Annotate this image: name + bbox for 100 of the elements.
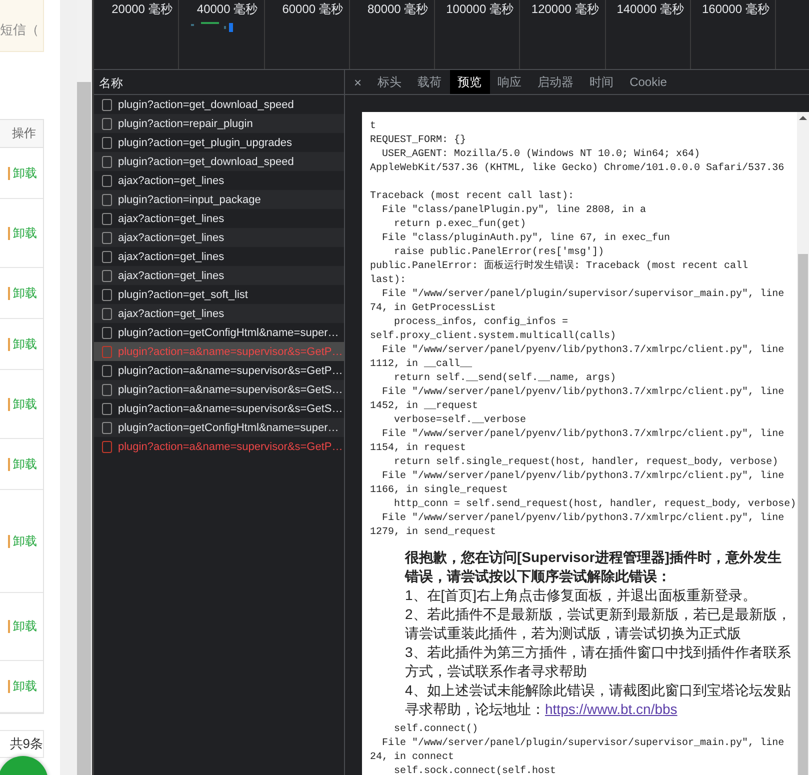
document-icon xyxy=(102,212,112,224)
code-line: 1279, in send_request xyxy=(370,526,498,540)
request-row[interactable]: ajax?action=get_lines xyxy=(94,266,344,285)
document-icon xyxy=(102,346,112,358)
request-name: plugin?action=a&name=supervisor&s=GetS… xyxy=(118,402,343,414)
timeline-tick-label: 160000 毫秒 xyxy=(702,2,770,16)
request-name: ajax?action=get_lines xyxy=(118,232,224,244)
document-icon xyxy=(102,288,112,300)
code-line: File "/www/server/panel/pyenv/lib/python3.7/xmlrpc/client.py", line xyxy=(381,428,786,442)
code-line: 1166, in single_request xyxy=(370,484,510,498)
code-line: File "/www/server/panel/plugin/supervisor/supervisor_main.py", line xyxy=(381,737,786,751)
request-row[interactable]: plugin?action=repair_plugin xyxy=(94,114,344,133)
tab[interactable]: 载荷 xyxy=(410,70,450,94)
code-line: return p.exec_fun(get) xyxy=(393,218,528,232)
request-row[interactable]: ajax?action=get_lines xyxy=(94,304,344,323)
timeline-tick-label: 100000 毫秒 xyxy=(446,2,514,16)
code-line: http_conn = self.send_request(host, handler, request_body, verbose) xyxy=(393,498,797,512)
document-icon xyxy=(102,156,112,168)
request-name: plugin?action=getConfigHtml&name=super… xyxy=(118,422,339,434)
document-icon xyxy=(102,326,112,338)
tab[interactable]: 响应 xyxy=(490,70,530,94)
code-line: t xyxy=(370,120,378,134)
request-name: plugin?action=get_soft_list xyxy=(118,288,248,300)
request-name: ajax?action=get_lines xyxy=(118,250,224,262)
document-icon xyxy=(102,384,112,396)
code-line: self.sock.connect(self.host xyxy=(393,765,558,775)
timeline-tick-label: 80000 毫秒 xyxy=(367,2,428,16)
request-name: plugin?action=a&name=supervisor&s=GetP… xyxy=(118,440,343,452)
code-line: return self.__send(self.__name, args) xyxy=(393,372,618,386)
request-name: plugin?action=repair_plugin xyxy=(118,118,253,130)
document-icon xyxy=(102,422,112,434)
document-icon xyxy=(102,98,112,110)
request-name: plugin?action=get_download_speed xyxy=(118,98,294,110)
code-line: Traceback (most recent call last): xyxy=(370,190,576,204)
code-line: USER_AGENT: Mozilla/5.0 (Windows NT 10.0; Win64; x64) xyxy=(381,148,702,162)
code-line: File "class/panelPlugin.py", line 2808, in a xyxy=(381,204,648,218)
error-step: 3、若此插件为第三方插件，请在插件窗口中找到插件作者联系方式，尝试联系作者寻求帮助 xyxy=(405,643,793,681)
tab[interactable]: Cookie xyxy=(622,70,675,94)
error-step: 4、如上述尝试未能解除此错误，请截图此窗口到宝塔论坛发贴寻求帮助，论坛地址：https://www.bt.cn/bbs xyxy=(405,681,793,719)
code-line: 1112, in __call__ xyxy=(370,358,474,372)
tab[interactable]: 时间 xyxy=(582,70,622,94)
request-name: plugin?action=a&name=supervisor&s=GetP… xyxy=(118,346,343,358)
request-row[interactable]: plugin?action=get_download_speed xyxy=(94,152,344,171)
code-line: File "/www/server/panel/pyenv/lib/python3.7/xmlrpc/client.py", line xyxy=(381,470,786,484)
code-line: verbose=self.__verbose xyxy=(393,414,528,428)
document-icon xyxy=(102,118,112,130)
document-icon xyxy=(102,194,112,206)
code-line: self.connect() xyxy=(393,723,480,737)
timeline-tick-label: 120000 毫秒 xyxy=(531,2,599,16)
document-icon xyxy=(102,270,112,282)
request-name: plugin?action=a&name=supervisor&s=GetP… xyxy=(118,364,343,376)
request-row[interactable]: ajax?action=get_lines xyxy=(94,228,344,247)
document-icon xyxy=(102,364,112,376)
code-line: REQUEST_FORM: {} xyxy=(370,134,468,148)
document-icon xyxy=(102,174,112,186)
document-icon xyxy=(102,308,112,320)
code-line: File "/www/server/panel/pyenv/lib/python3.7/xmlrpc/client.py", line xyxy=(381,512,786,526)
scrollbar-thumb[interactable] xyxy=(798,254,808,775)
request-name: ajax?action=get_lines xyxy=(118,308,224,320)
request-name: plugin?action=get_download_speed xyxy=(118,156,294,168)
scroll-up-icon[interactable] xyxy=(799,116,807,120)
timeline-tick-label: 60000 毫秒 xyxy=(282,2,343,16)
document-icon xyxy=(102,402,112,414)
document-icon xyxy=(102,136,112,148)
code-line: 24, in connect xyxy=(370,751,456,765)
request-row[interactable]: plugin?action=input_package xyxy=(94,190,344,209)
code-line: process_infos, config_infos = xyxy=(393,316,570,330)
notice-text: 短信（ xyxy=(0,21,39,39)
timeline-tick-label: 20000 毫秒 xyxy=(112,2,172,16)
code-line: 1154, in request xyxy=(370,442,468,456)
code-line: self.proxy_client.system.multicall(calls) xyxy=(370,330,618,344)
document-icon xyxy=(102,250,112,262)
tab[interactable]: 预览 xyxy=(450,70,490,94)
request-row[interactable]: plugin?action=a&name=supervisor&s=GetS… xyxy=(94,380,344,399)
document-icon xyxy=(102,232,112,244)
tab[interactable]: 启动器 xyxy=(530,70,582,94)
request-name: ajax?action=get_lines xyxy=(118,212,224,224)
code-line: AppleWebKit/537.36 (KHTML, like Gecko) Chrome/101.0.0.0 Safari/537.36 xyxy=(370,162,786,176)
code-line: raise public.PanelError(res['msg']) xyxy=(393,246,606,260)
request-name: ajax?action=get_lines xyxy=(118,174,224,186)
request-name: plugin?action=input_package xyxy=(118,194,261,206)
code-line: last): xyxy=(370,274,408,288)
code-line: File "/www/server/panel/pyenv/lib/python3.7/xmlrpc/client.py", line xyxy=(381,344,786,358)
request-name: plugin?action=get_plugin_upgrades xyxy=(118,136,292,148)
request-name: plugin?action=getConfigHtml&name=super… xyxy=(118,326,339,338)
code-line: File "/www/server/panel/plugin/supervisor/supervisor_main.py", line xyxy=(381,288,786,302)
forum-link[interactable]: https://www.bt.cn/bbs xyxy=(545,701,678,717)
tab[interactable]: 标头 xyxy=(370,70,410,94)
close-button[interactable]: × xyxy=(345,70,370,94)
request-row[interactable]: plugin?action=getConfigHtml&name=super… xyxy=(94,418,344,437)
network-waterfall-drawing xyxy=(191,22,233,32)
code-line: File "class/pluginAuth.py", line 67, in exec_fun xyxy=(381,232,672,246)
error-step: 2、若此插件不是最新版，尝试更新到最新版，若已是最新版，请尝试重装此插件，若为测试版，请尝试切换为正式版 xyxy=(405,605,793,643)
code-line: public.PanelError: 面板运行时发生错误: Traceback (most recent call xyxy=(370,260,750,274)
timeline-tick-label: 40000 毫秒 xyxy=(196,2,258,16)
timeline-tick-label: 140000 毫秒 xyxy=(616,2,684,16)
code-line: 74, in GetProcessList xyxy=(370,302,498,316)
column-header: 操作 xyxy=(0,120,43,148)
scrollbar-thumb[interactable] xyxy=(77,82,91,775)
error-step: 1、在[首页]右上角点击修复面板，并退出面板重新登录。 xyxy=(405,586,793,605)
